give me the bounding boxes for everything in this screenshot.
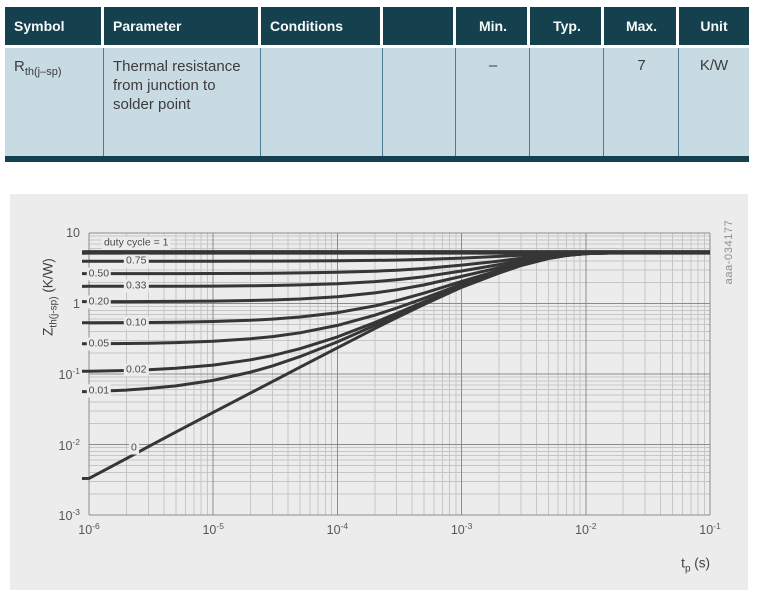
figure-id-watermark: aaa-034177 [723, 219, 735, 285]
curve-label-0.20: 0.20 [86, 295, 112, 309]
header-min: Min. [456, 7, 530, 45]
cell-max: 7 [604, 48, 679, 156]
header-max: Max. [604, 7, 679, 45]
x-tick-label: 10-2 [575, 521, 597, 538]
cell-unit: K/W [699, 57, 729, 74]
datasheet-page: Symbol Parameter Conditions Min. Typ. Ma… [0, 0, 757, 600]
curve-label-0.50: 0.50 [86, 267, 112, 281]
y-axis-title: Zth(j-sp) (K/W) [41, 258, 60, 336]
zth-chart-plot [81, 232, 711, 516]
y-axis-symbol: Z [40, 327, 56, 336]
zth-chart-panel: duty cycle = 1 0.75 0.50 0.33 0.20 0.10 0.05 0.… [10, 194, 748, 590]
header-conditions: Conditions [261, 7, 383, 45]
cell-min: – [456, 48, 530, 156]
x-tick-label: 10-3 [450, 521, 473, 538]
cell-blank [383, 48, 456, 156]
header-symbol: Symbol [5, 7, 104, 45]
x-axis-title: tp (s) [681, 556, 710, 575]
y-tick-label: 10-1 [58, 365, 80, 383]
x-tick-label: 10-1 [699, 521, 721, 538]
curve-label-0.33: 0.33 [124, 279, 149, 293]
cell-conditions [261, 48, 383, 156]
curve-label-0: 0 [129, 441, 139, 455]
y-axis-subscript: th(j-sp) [48, 296, 60, 328]
header-unit: Unit [679, 7, 749, 45]
header-blank [383, 7, 456, 45]
cell-symbol: Rth(j–sp) [5, 48, 104, 156]
curve-label-duty-cycle-1: duty cycle = 1 [101, 236, 171, 250]
table-header-row: Symbol Parameter Conditions Min. Typ. Ma… [5, 7, 749, 45]
x-tick-label: 10-4 [326, 521, 349, 538]
header-typ: Typ. [530, 7, 604, 45]
x-tick-label: 10-6 [78, 521, 100, 538]
y-tick-label: 10-3 [58, 506, 80, 524]
symbol-subscript: th(j–sp) [24, 66, 62, 78]
curve-label-0.02: 0.02 [124, 363, 149, 377]
cell-parameter: Thermal resistance from junction to sold… [104, 48, 261, 156]
header-parameter: Parameter [104, 7, 261, 45]
curve-label-0.10: 0.10 [124, 316, 149, 330]
table-row: Rth(j–sp) Thermal resistance from juncti… [5, 48, 749, 162]
symbol-base: R [14, 58, 25, 75]
curve-label-0.75: 0.75 [124, 254, 149, 268]
y-tick-label: 10 [66, 226, 80, 240]
curve-label-0.05: 0.05 [86, 337, 112, 351]
y-axis-unit: (K/W) [40, 258, 56, 297]
curve-label-0.01: 0.01 [86, 384, 112, 398]
y-tick-label: 10-2 [58, 436, 80, 453]
cell-typ [530, 48, 604, 156]
thermal-characteristics-table: Symbol Parameter Conditions Min. Typ. Ma… [5, 7, 749, 162]
x-tick-label: 10-5 [202, 521, 224, 538]
x-axis-unit: (s) [690, 555, 710, 571]
y-tick-label: 1 [73, 296, 80, 311]
